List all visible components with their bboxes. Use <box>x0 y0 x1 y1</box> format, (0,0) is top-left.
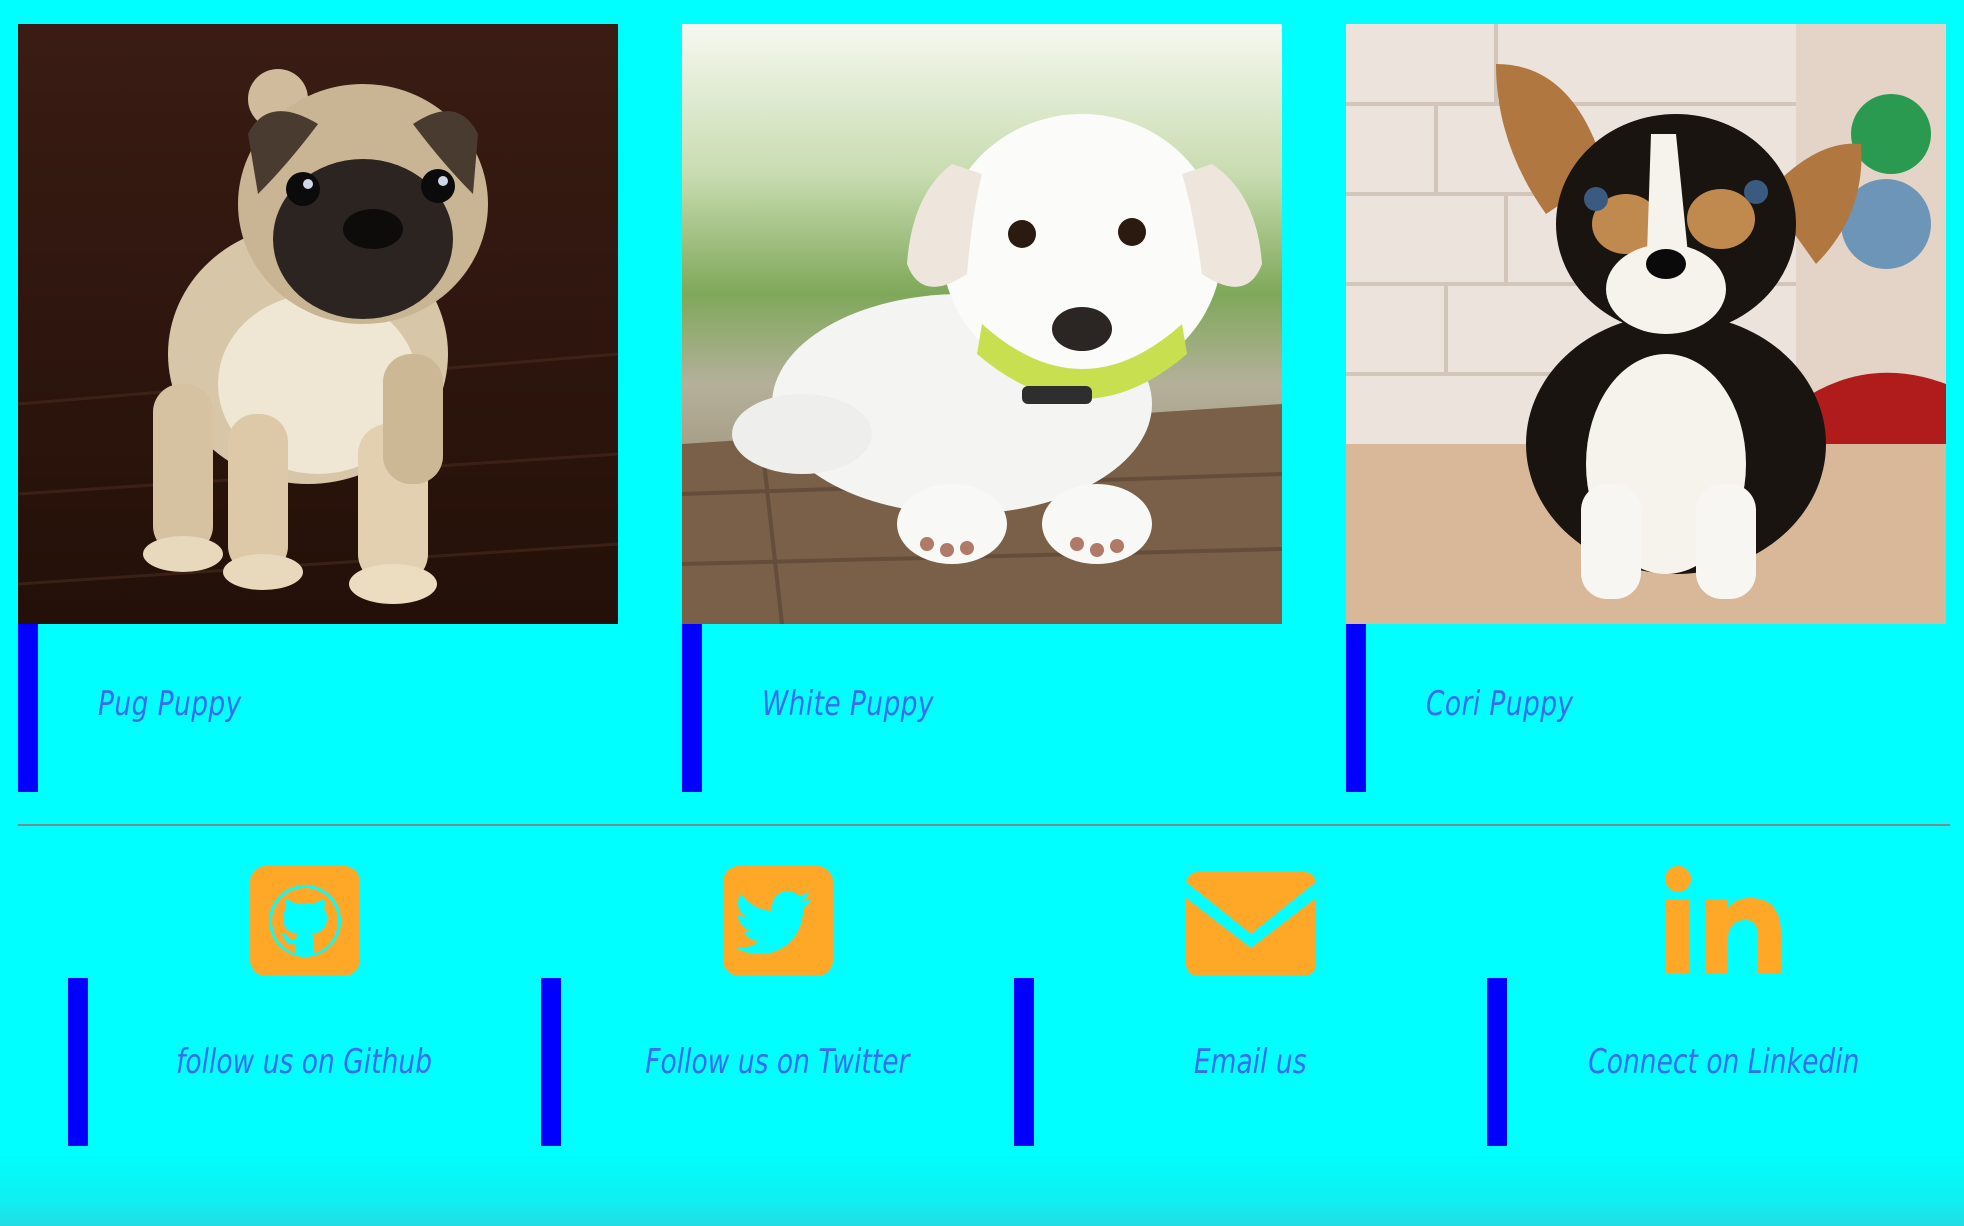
github-link-label[interactable]: follow us on Github <box>68 1042 541 1082</box>
corgi-puppy-photo[interactable] <box>1346 24 1946 624</box>
social-github[interactable]: follow us on Github <box>68 862 541 1147</box>
twitter-link-label[interactable]: Follow us on Twitter <box>541 1042 1014 1082</box>
social-twitter[interactable]: Follow us on Twitter <box>541 862 1014 1147</box>
linkedin-icon[interactable] <box>1664 866 1783 980</box>
social-linkedin[interactable]: Connect on Linkedin <box>1487 862 1960 1147</box>
card-title: White Puppy <box>762 684 935 724</box>
accent-bar <box>18 624 38 792</box>
accent-bar <box>682 624 702 792</box>
card-caption: Pug Puppy <box>18 624 618 792</box>
card-caption: White Puppy <box>682 624 1282 792</box>
pug-puppy-photo[interactable] <box>18 24 618 624</box>
email-link-label[interactable]: Email us <box>1014 1042 1487 1082</box>
card-caption: Cori Puppy <box>1346 624 1946 792</box>
puppy-card-pug: Pug Puppy <box>18 24 618 792</box>
github-icon[interactable] <box>249 866 360 980</box>
puppy-card-corgi: Cori Puppy <box>1346 24 1946 792</box>
divider <box>18 824 1950 826</box>
card-title: Pug Puppy <box>98 684 242 724</box>
email-icon[interactable] <box>1185 872 1316 980</box>
accent-bar <box>1346 624 1366 792</box>
twitter-icon[interactable] <box>722 866 833 980</box>
puppy-card-white: White Puppy <box>682 24 1282 792</box>
linkedin-link-label[interactable]: Connect on Linkedin <box>1487 1042 1960 1082</box>
social-email[interactable]: Email us <box>1014 862 1487 1147</box>
card-title: Cori Puppy <box>1426 684 1574 724</box>
white-puppy-photo[interactable] <box>682 24 1282 624</box>
